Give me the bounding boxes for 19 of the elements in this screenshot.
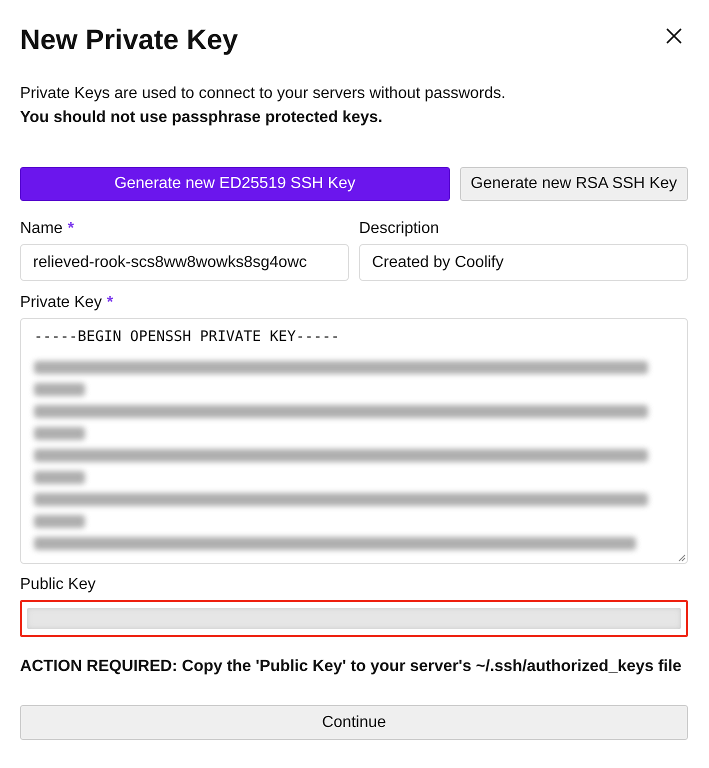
resize-handle-icon[interactable] <box>678 554 686 562</box>
generate-key-button[interactable]: Generate new RSA SSH Key <box>460 167 688 201</box>
private-key-field[interactable]: -----BEGIN OPENSSH PRIVATE KEY----- <box>20 318 688 564</box>
field-label: Description <box>359 219 440 239</box>
continue-button[interactable]: Continue <box>20 705 688 740</box>
text-field[interactable]: Created by Coolify <box>359 244 688 281</box>
warning-text: You should not use passphrase protected keys. <box>20 108 384 128</box>
public-key-field[interactable] <box>20 600 688 637</box>
field-label: Name <box>20 219 63 239</box>
generate-key-button[interactable]: Generate new ED25519 SSH Key <box>20 167 450 201</box>
intro-text: Private Keys are used to connect to your servers without passwords. <box>20 84 507 104</box>
required-mark: * <box>68 219 74 239</box>
notice-text: ACTION REQUIRED: Copy the 'Public Key' to your server's ~/.ssh/authorized_keys file <box>20 656 682 677</box>
field-label: Private Key <box>20 293 102 313</box>
dialog-title: New Private Key <box>20 23 238 57</box>
text-field[interactable]: relieved-rook-scs8ww8wowks8sg4owc <box>20 244 349 281</box>
field-label: Public Key <box>20 575 96 595</box>
required-mark: * <box>106 293 114 313</box>
close-icon[interactable] <box>666 28 682 44</box>
